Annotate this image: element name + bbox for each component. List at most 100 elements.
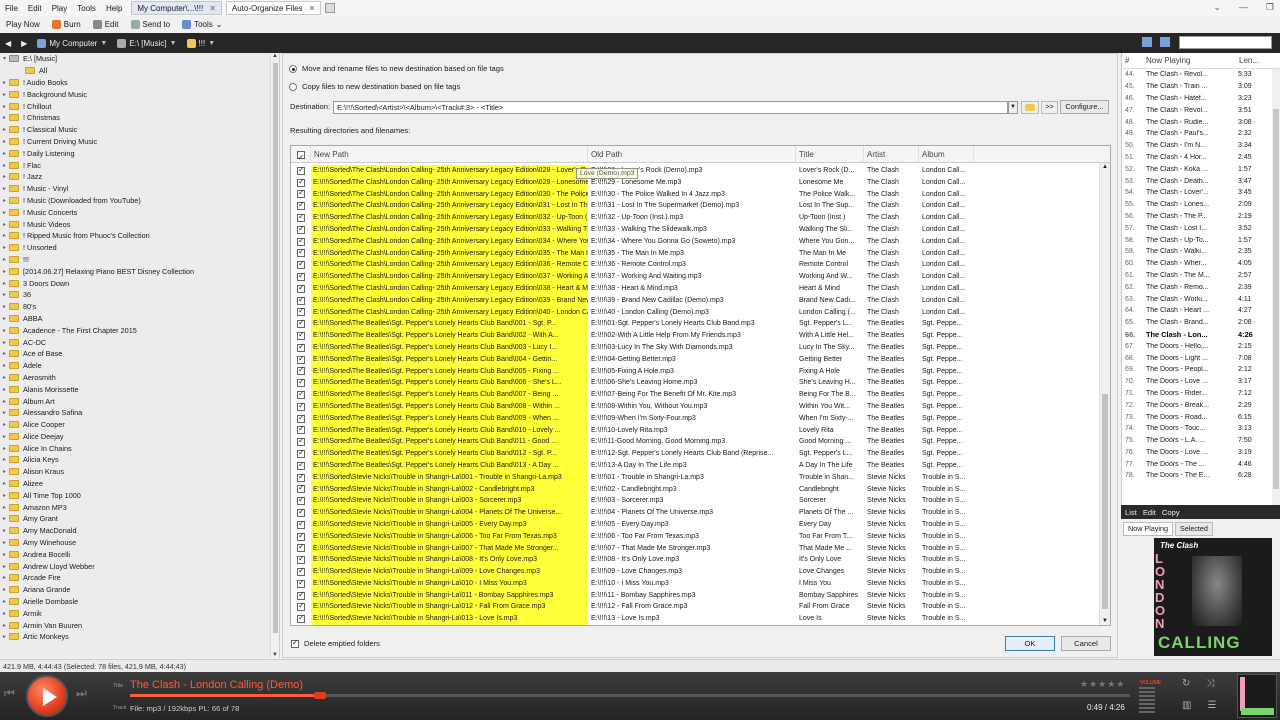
row-checkbox[interactable] [291,224,311,236]
tools-button[interactable]: Tools ⌄ [176,20,228,29]
expand-icon[interactable]: ▸ [0,221,9,228]
expand-icon[interactable]: ▸ [0,173,9,180]
scroll-thumb[interactable] [273,63,278,633]
tree-item[interactable]: ▸ Alanis Morissette [0,383,279,395]
playlist-item[interactable]: 57. The Clash - Lost I... 3:52 [1122,222,1280,234]
scroll-thumb[interactable] [1273,109,1279,489]
row-checkbox[interactable] [291,271,311,283]
tree-item[interactable]: ▸ Amy MacDonald [0,525,279,537]
expand-icon[interactable]: ▸ [0,468,9,475]
close-icon[interactable]: ✕ [309,4,316,13]
scrollbar[interactable] [1272,69,1280,505]
tree-item[interactable]: ▸ ! Unsorted [0,242,279,254]
expand-icon[interactable]: ▸ [0,162,9,169]
detail-view-icon[interactable] [1160,37,1170,47]
tree-item[interactable]: ▸ Aerosmith [0,372,279,384]
scroll-up-icon[interactable]: ▲ [1102,164,1108,170]
list-button[interactable]: List [1125,508,1137,517]
playlist-item[interactable]: 52. The Clash - Koka ... 1:57 [1122,163,1280,175]
expand-icon[interactable]: ▸ [0,586,9,593]
playlist-item[interactable]: 72. The Doors - Break... 2:29 [1122,399,1280,411]
cancel-button[interactable]: Cancel [1061,636,1111,651]
tree-item[interactable]: ▸ Alice Cooper [0,419,279,431]
playlist-item[interactable]: 66. The Clash - Lon... 4:26 [1122,329,1280,341]
column-title[interactable]: Title [796,146,864,163]
expand-icon[interactable]: ▸ [0,114,9,121]
tree-item[interactable]: ▸ [2014.06.27] Relaxing Piano BEST Disney… [0,265,279,277]
tree-item[interactable]: ▸ Amazon MP3 [0,501,279,513]
expand-icon[interactable]: ▸ [0,445,9,452]
expand-icon[interactable]: ▸ [0,421,9,428]
play-now-button[interactable]: Play Now [0,20,46,29]
column-now-playing[interactable]: Now Playing [1146,56,1239,65]
table-row[interactable]: E:\!!!\Sorted\The Beatles\Sgt. Pepper's … [291,365,1101,378]
expand-icon[interactable]: ▸ [0,433,9,440]
expand-icon[interactable]: ▸ [0,303,9,310]
row-checkbox[interactable] [291,436,311,448]
table-row[interactable]: E:\!!!\Sorted\The Beatles\Sgt. Pepper's … [291,377,1101,390]
expand-icon[interactable]: ▸ [0,374,9,381]
tree-item[interactable]: ▸ Alison Kraus [0,466,279,478]
column-old-path[interactable]: Old Path [588,146,796,163]
table-row[interactable]: E:\!!!\Sorted\Stevie Nicks\Trouble in Sh… [291,483,1101,496]
chevron-down-icon[interactable]: ▼ [1008,101,1018,114]
scrollbar[interactable]: ▲ ▼ [1099,163,1110,625]
tree-item[interactable]: ▸ ! Flac [0,159,279,171]
shuffle-icon[interactable]: ⤨ [1206,678,1214,689]
playlist-item[interactable]: 68. The Doors - Light ... 7:08 [1122,352,1280,364]
tree-item[interactable]: ▸ Andrew Lloyd Webber [0,560,279,572]
configure-button[interactable]: Configure... [1060,100,1109,114]
playlist-item[interactable]: 44. The Clash - Revol... 5:33 [1122,69,1280,81]
playlist-item[interactable]: 65. The Clash - Brand... 2:08 [1122,317,1280,329]
row-checkbox[interactable] [291,566,311,578]
playlist-item[interactable]: 74. The Doors - Touc... 3:13 [1122,423,1280,435]
playlist-item[interactable]: 55. The Clash - Lones... 2:09 [1122,199,1280,211]
table-row[interactable]: E:\!!!\Sorted\Stevie Nicks\Trouble in Sh… [291,601,1101,614]
rating-stars[interactable]: ★★★★★ [1080,679,1125,690]
table-row[interactable]: E:\!!!\Sorted\Stevie Nicks\Trouble in Sh… [291,566,1101,578]
row-checkbox[interactable] [291,401,311,413]
expand-icon[interactable]: ▸ [0,563,9,570]
expand-icon[interactable]: ▸ [0,492,9,499]
table-row[interactable]: E:\!!!\Sorted\The Beatles\Sgt. Pepper's … [291,401,1101,413]
expand-icon[interactable]: ▸ [0,456,9,463]
tab-auto-organize[interactable]: Auto-Organize Files ✕ [225,1,322,15]
table-row[interactable]: E:\!!!\Sorted\Stevie Nicks\Trouble in Sh… [291,590,1101,602]
new-tab-button[interactable] [325,3,336,13]
table-row[interactable]: E:\!!!\Sorted\The Clash\London Calling- … [291,188,1101,201]
table-row[interactable]: E:\!!!\Sorted\The Clash\London Calling- … [291,247,1101,260]
table-row[interactable]: E:\!!!\Sorted\The Beatles\Sgt. Pepper's … [291,460,1101,472]
row-checkbox[interactable] [291,531,311,543]
playlist-item[interactable]: 62. The Clash - Remo... 2:39 [1122,281,1280,293]
expand-icon[interactable]: ▸ [0,386,9,393]
table-row[interactable]: E:\!!!\Sorted\The Beatles\Sgt. Pepper's … [291,318,1101,331]
tree-item[interactable]: ▸ Amy Grant [0,513,279,525]
scrollbar[interactable]: ▲ ▼ [270,53,279,658]
table-row[interactable]: E:\!!!\Sorted\The Clash\London Calling- … [291,295,1101,307]
table-row[interactable]: E:\!!!\Sorted\The Clash\London Calling- … [291,212,1101,224]
row-checkbox[interactable] [291,472,311,484]
expand-icon[interactable]: ▸ [0,339,9,346]
table-row[interactable]: E:\!!!\Sorted\Stevie Nicks\Trouble in Sh… [291,519,1101,531]
playlist-icon[interactable]: ☰ [1207,700,1216,711]
playlist-item[interactable]: 67. The Doors - Hello,... 2:15 [1122,340,1280,352]
close-icon[interactable]: ✕ [209,4,216,13]
playlist-item[interactable]: 51. The Clash - 4 Hor... 2:45 [1122,152,1280,164]
expand-icon[interactable]: ▸ [0,79,9,86]
row-checkbox[interactable] [291,601,311,613]
playlist-item[interactable]: 46. The Clash - Hatef... 3:23 [1122,93,1280,105]
tree-item[interactable]: ▸ ABBA [0,313,279,325]
row-checkbox[interactable] [291,365,311,378]
row-checkbox[interactable] [291,259,311,271]
tab-my-computer[interactable]: My Computer\...\!!! ✕ [131,1,222,15]
table-row[interactable]: E:\!!!\Sorted\Stevie Nicks\Trouble in Sh… [291,613,1101,625]
tree-item[interactable]: ▸ Armin Van Buuren [0,619,279,631]
expand-icon[interactable]: ▸ [0,291,9,298]
chevron-down-icon[interactable]: ⌄ [1213,2,1221,13]
scroll-down-icon[interactable]: ▼ [1102,618,1108,624]
collapse-icon[interactable]: ▾ [0,55,9,62]
expand-icon[interactable]: ▸ [0,598,9,605]
table-row[interactable]: E:\!!!\Sorted\The Clash\London Calling- … [291,224,1101,236]
minimize-icon[interactable]: — [1239,2,1248,13]
playlist-item[interactable]: 45. The Clash - Train ... 3:09 [1122,81,1280,93]
